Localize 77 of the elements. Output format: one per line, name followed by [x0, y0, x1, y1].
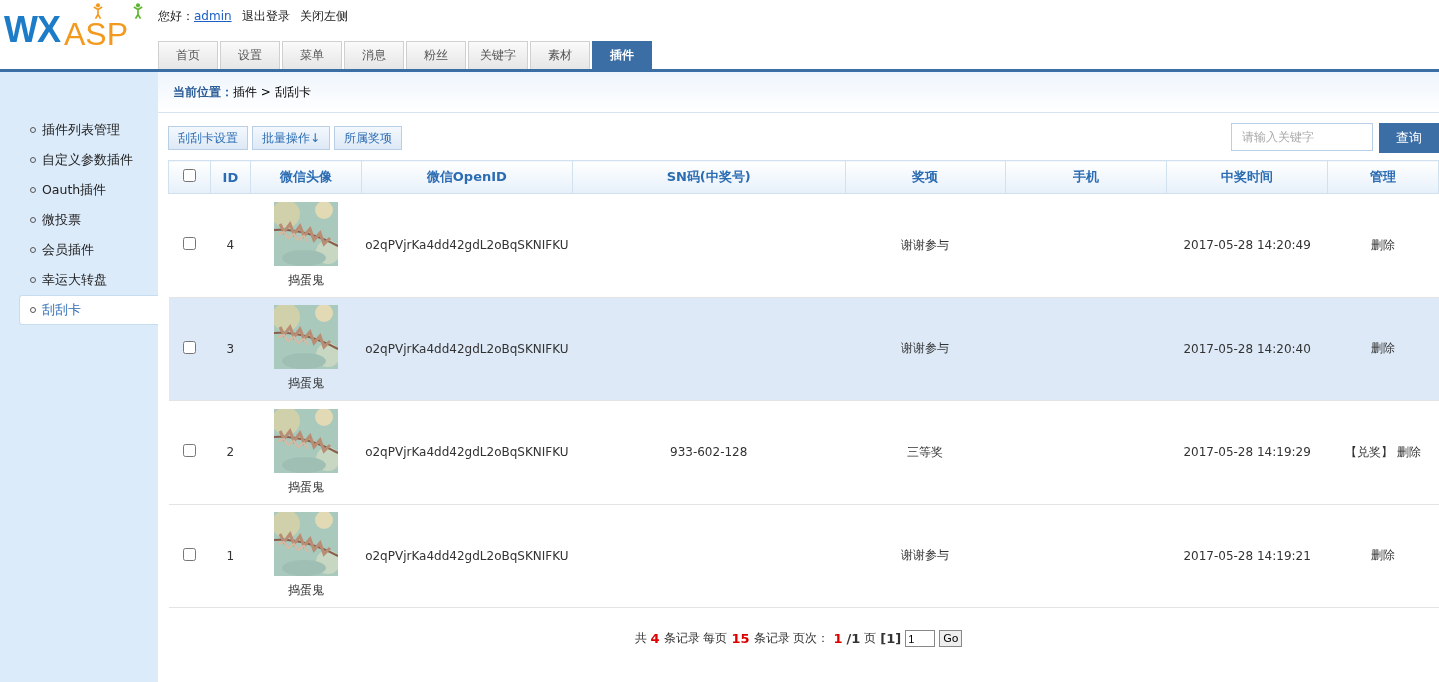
nav-tab[interactable]: 关键字 [468, 41, 528, 69]
nickname: 捣蛋鬼 [287, 478, 324, 496]
toolbar-button[interactable]: 所属奖项 [334, 126, 403, 150]
pagination-text: 共 [634, 630, 647, 647]
table-cell: o2qPVjrKa4dd42gdL2oBqSKNIFKU [361, 504, 573, 608]
pagination-text: 15 [731, 631, 750, 646]
row-checkbox[interactable] [182, 547, 196, 561]
column-header: 微信OpenID [361, 160, 573, 194]
column-header: SN码(中奖号) [572, 160, 846, 194]
greeting-text: 您好：admin [158, 8, 232, 25]
column-header: 微信头像 [250, 160, 362, 194]
table-cell: 2017-05-28 14:20:49 [1166, 193, 1328, 297]
table-cell: 2017-05-28 14:19:21 [1166, 504, 1328, 608]
pagination-text: 页 [864, 630, 877, 647]
nav-tab[interactable]: 插件 [592, 41, 652, 69]
nav-tab[interactable]: 菜单 [282, 41, 342, 69]
column-header: 中奖时间 [1166, 160, 1328, 194]
row-checkbox[interactable] [182, 444, 196, 458]
row-checkbox[interactable] [182, 340, 196, 354]
table-cell: 933-602-128 [670, 445, 748, 460]
toolbar-button[interactable]: 刮刮卡设置 [168, 126, 248, 150]
table-cell: 谢谢参与 [845, 504, 1006, 608]
go-button[interactable]: Go [939, 630, 963, 647]
table-cell: 谢谢参与 [845, 193, 1006, 297]
logo-text: WX [4, 9, 60, 51]
header-link[interactable]: 关闭左侧 [299, 8, 348, 25]
sidebar-item[interactable]: Oauth插件 [19, 175, 158, 205]
nav-tab[interactable]: 消息 [344, 41, 404, 69]
logo-text: ASP [64, 22, 129, 48]
column-header: 管理 [1327, 160, 1439, 194]
sidebar-item[interactable]: 插件列表管理 [19, 115, 158, 145]
user-link[interactable]: admin [194, 9, 232, 23]
nickname: 捣蛋鬼 [287, 375, 324, 393]
pagination-text: 1 [833, 631, 843, 646]
sidebar-item[interactable]: 会员插件 [19, 235, 158, 265]
action-link[interactable]: 删除 [1397, 444, 1421, 459]
nav-tab[interactable]: 粉丝 [406, 41, 466, 69]
nickname: 捣蛋鬼 [287, 271, 324, 289]
sidebar-item[interactable]: 幸运大转盘 [19, 265, 158, 295]
column-header: 手机 [1005, 160, 1167, 194]
nav-tab[interactable]: 素材 [530, 41, 590, 69]
column-header: 奖项 [845, 160, 1006, 194]
sidebar-item[interactable]: 刮刮卡 [19, 295, 158, 325]
table-cell: o2qPVjrKa4dd42gdL2oBqSKNIFKU [361, 193, 573, 297]
pagination-text: 4 [650, 631, 660, 646]
pagination-text: /1 [846, 631, 861, 646]
table-cell: 2 [210, 400, 251, 504]
page-input[interactable]: 1 [905, 630, 936, 647]
sidebar-item[interactable]: 自定义参数插件 [19, 145, 158, 175]
pagination-text: 条记录 每页 [663, 630, 728, 647]
action-link[interactable]: 删除 [1371, 341, 1395, 356]
table-cell: 4 [210, 193, 251, 297]
table-cell: 1 [210, 504, 251, 608]
table-cell: 谢谢参与 [845, 297, 1006, 401]
search-field[interactable]: 请输入关键字 [1231, 123, 1373, 151]
nav-tab[interactable]: 设置 [220, 41, 280, 69]
sidebar-item[interactable]: 微投票 [19, 205, 158, 235]
table-cell: 2017-05-28 14:19:29 [1166, 400, 1328, 504]
table-cell: 3 [210, 297, 251, 401]
table-cell: 三等奖 [845, 400, 1006, 504]
breadcrumb: 当前位置：插件 > 刮刮卡 [173, 83, 311, 101]
column-header: ID [210, 160, 251, 194]
action-link[interactable]: 删除 [1371, 548, 1395, 563]
toolbar-button[interactable]: 批量操作↓ [252, 126, 331, 150]
action-link[interactable]: 【兑奖】 [1345, 444, 1393, 459]
table-cell: o2qPVjrKa4dd42gdL2oBqSKNIFKU [361, 400, 573, 504]
nav-tab[interactable]: 首页 [158, 41, 218, 69]
header-link[interactable]: 退出登录 [241, 8, 290, 25]
search-button[interactable]: 查询 [1379, 123, 1439, 153]
nickname: 捣蛋鬼 [287, 582, 324, 600]
row-checkbox[interactable] [182, 237, 196, 251]
action-link[interactable]: 删除 [1371, 237, 1395, 252]
pagination-text: 条记录 页次： [753, 630, 830, 647]
select-all-checkbox[interactable] [182, 169, 196, 182]
table-cell: o2qPVjrKa4dd42gdL2oBqSKNIFKU [361, 297, 573, 401]
table-cell: 2017-05-28 14:20:40 [1166, 297, 1328, 401]
pagination-text: [1] [880, 631, 902, 646]
